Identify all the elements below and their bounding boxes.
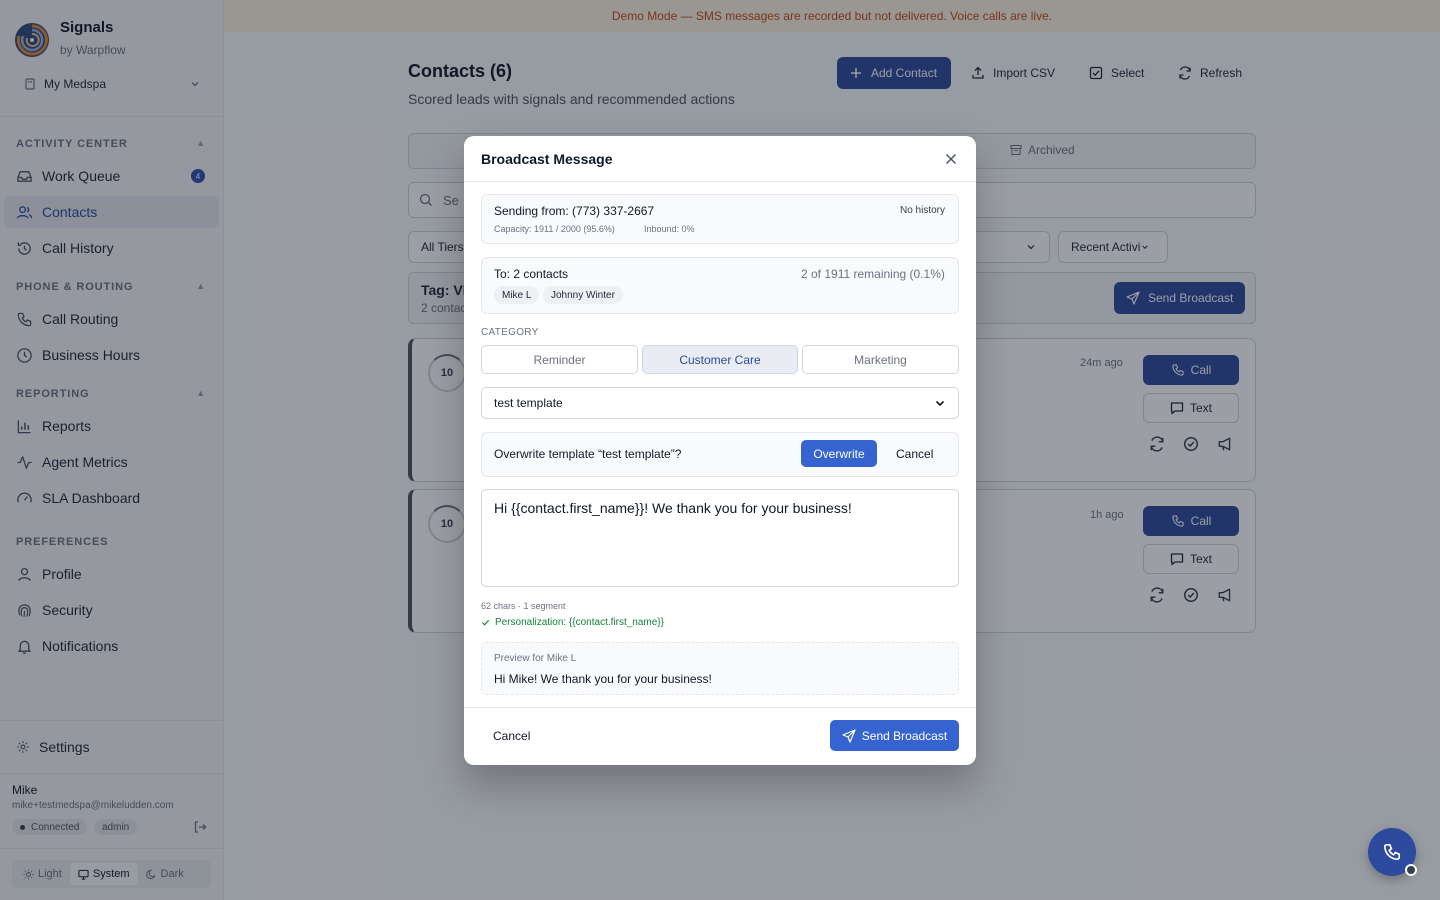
capacity: Capacity: 1911 / 2000 (95.6%) <box>494 224 615 234</box>
recipient-count: To: 2 contacts <box>494 267 569 281</box>
divider <box>464 181 976 182</box>
history-status: No history <box>900 205 946 216</box>
send-icon <box>842 728 856 743</box>
category-customer-care-button[interactable]: Customer Care <box>642 345 798 374</box>
phone-icon <box>1383 843 1401 861</box>
preview-text: Hi Mike! We thank you for your business! <box>494 672 712 686</box>
character-count: 62 chars · 1 segment <box>481 601 566 611</box>
personalization-note: Personalization: {{contact.first_name}} <box>481 617 664 628</box>
chevron-down-icon <box>935 400 945 407</box>
template-select[interactable]: test template <box>481 387 959 419</box>
preview-label: Preview for Mike L <box>494 653 577 664</box>
recipient-chip: Johnny Winter <box>543 286 623 304</box>
inbound-rate: Inbound: 0% <box>644 224 695 234</box>
broadcast-modal: Broadcast Message Sending from: (773) 33… <box>464 136 976 765</box>
status-dot-icon <box>1405 864 1417 876</box>
sender-info-box <box>481 194 959 244</box>
cancel-button[interactable]: Cancel <box>493 729 530 743</box>
close-icon[interactable] <box>944 152 958 166</box>
overwrite-cancel-button[interactable]: Cancel <box>896 447 933 461</box>
send-broadcast-submit-button[interactable]: Send Broadcast <box>830 720 959 751</box>
category-reminder-button[interactable]: Reminder <box>481 345 638 374</box>
message-textarea[interactable]: Hi {{contact.first_name}}! We thank you … <box>481 489 959 587</box>
category-label: CATEGORY <box>481 327 539 338</box>
check-icon <box>481 619 490 626</box>
overwrite-button[interactable]: Overwrite <box>801 440 877 467</box>
sidebar-backdrop <box>0 0 224 900</box>
overwrite-question: Overwrite template “test template”? <box>494 447 682 461</box>
sending-from: Sending from: (773) 337-2667 <box>494 204 655 218</box>
category-marketing-button[interactable]: Marketing <box>802 345 959 374</box>
remaining-quota: 2 of 1911 remaining (0.1%) <box>801 267 945 281</box>
recipient-chip: Mike L <box>494 286 540 304</box>
banner-backdrop <box>224 0 1440 32</box>
divider <box>464 707 976 708</box>
preview-box <box>481 642 959 695</box>
modal-title: Broadcast Message <box>481 151 613 167</box>
